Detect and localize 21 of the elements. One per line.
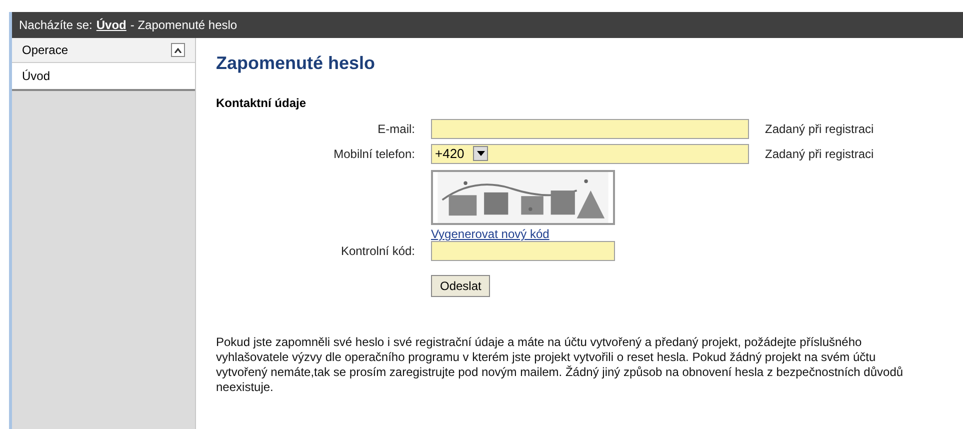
email-field[interactable] [431, 118, 749, 138]
field-label: Mobilní telefon: [332, 146, 416, 162]
phone-field[interactable]: +420 [431, 144, 749, 164]
breadcrumb-current: - Zapomenuté heslo [130, 17, 238, 34]
breadcrumb-label: Nacházíte se: [19, 17, 92, 34]
captcha-field[interactable] [431, 241, 615, 261]
submit-button[interactable]: Odeslat [431, 275, 490, 297]
field-label: E-mail: [376, 120, 416, 138]
field-hint: Zadaný při registraci [765, 146, 874, 162]
breadcrumb-link[interactable]: Úvod [96, 16, 126, 34]
country-code-select[interactable]: +420 [432, 144, 488, 162]
dropdown-icon [473, 146, 488, 161]
field-hint: Zadaný při registraci [765, 120, 874, 138]
collapse-icon[interactable] [171, 43, 185, 57]
section-title: Kontaktní údaje [216, 95, 308, 112]
info-paragraph: Pokud jste zapomněli své heslo i své registrační údaje a máte na účtu vytvořený a předaný projekt, požádejte příslušného vyhlašovatele výzvy dle operačního programu v kterém jste projekt vytvořili o reset hesla. Pokud žádný projekt na svém účtu vytvořený nemáte,tak se prosím zaregistrujte pod novým mailem. Žádný jiný způsob na obnovení hesla z bezpečnostních důvodů neexistuje. [216, 335, 904, 395]
sidebar-section-header[interactable]: Operace [12, 38, 195, 63]
sidebar-item[interactable]: Úvod [12, 63, 195, 91]
page-title: Zapomenuté heslo [216, 52, 376, 74]
captcha-label: Kontrolní kód: [340, 243, 416, 260]
regenerate-code-link[interactable]: Vygenerovat nový kód [431, 227, 615, 241]
